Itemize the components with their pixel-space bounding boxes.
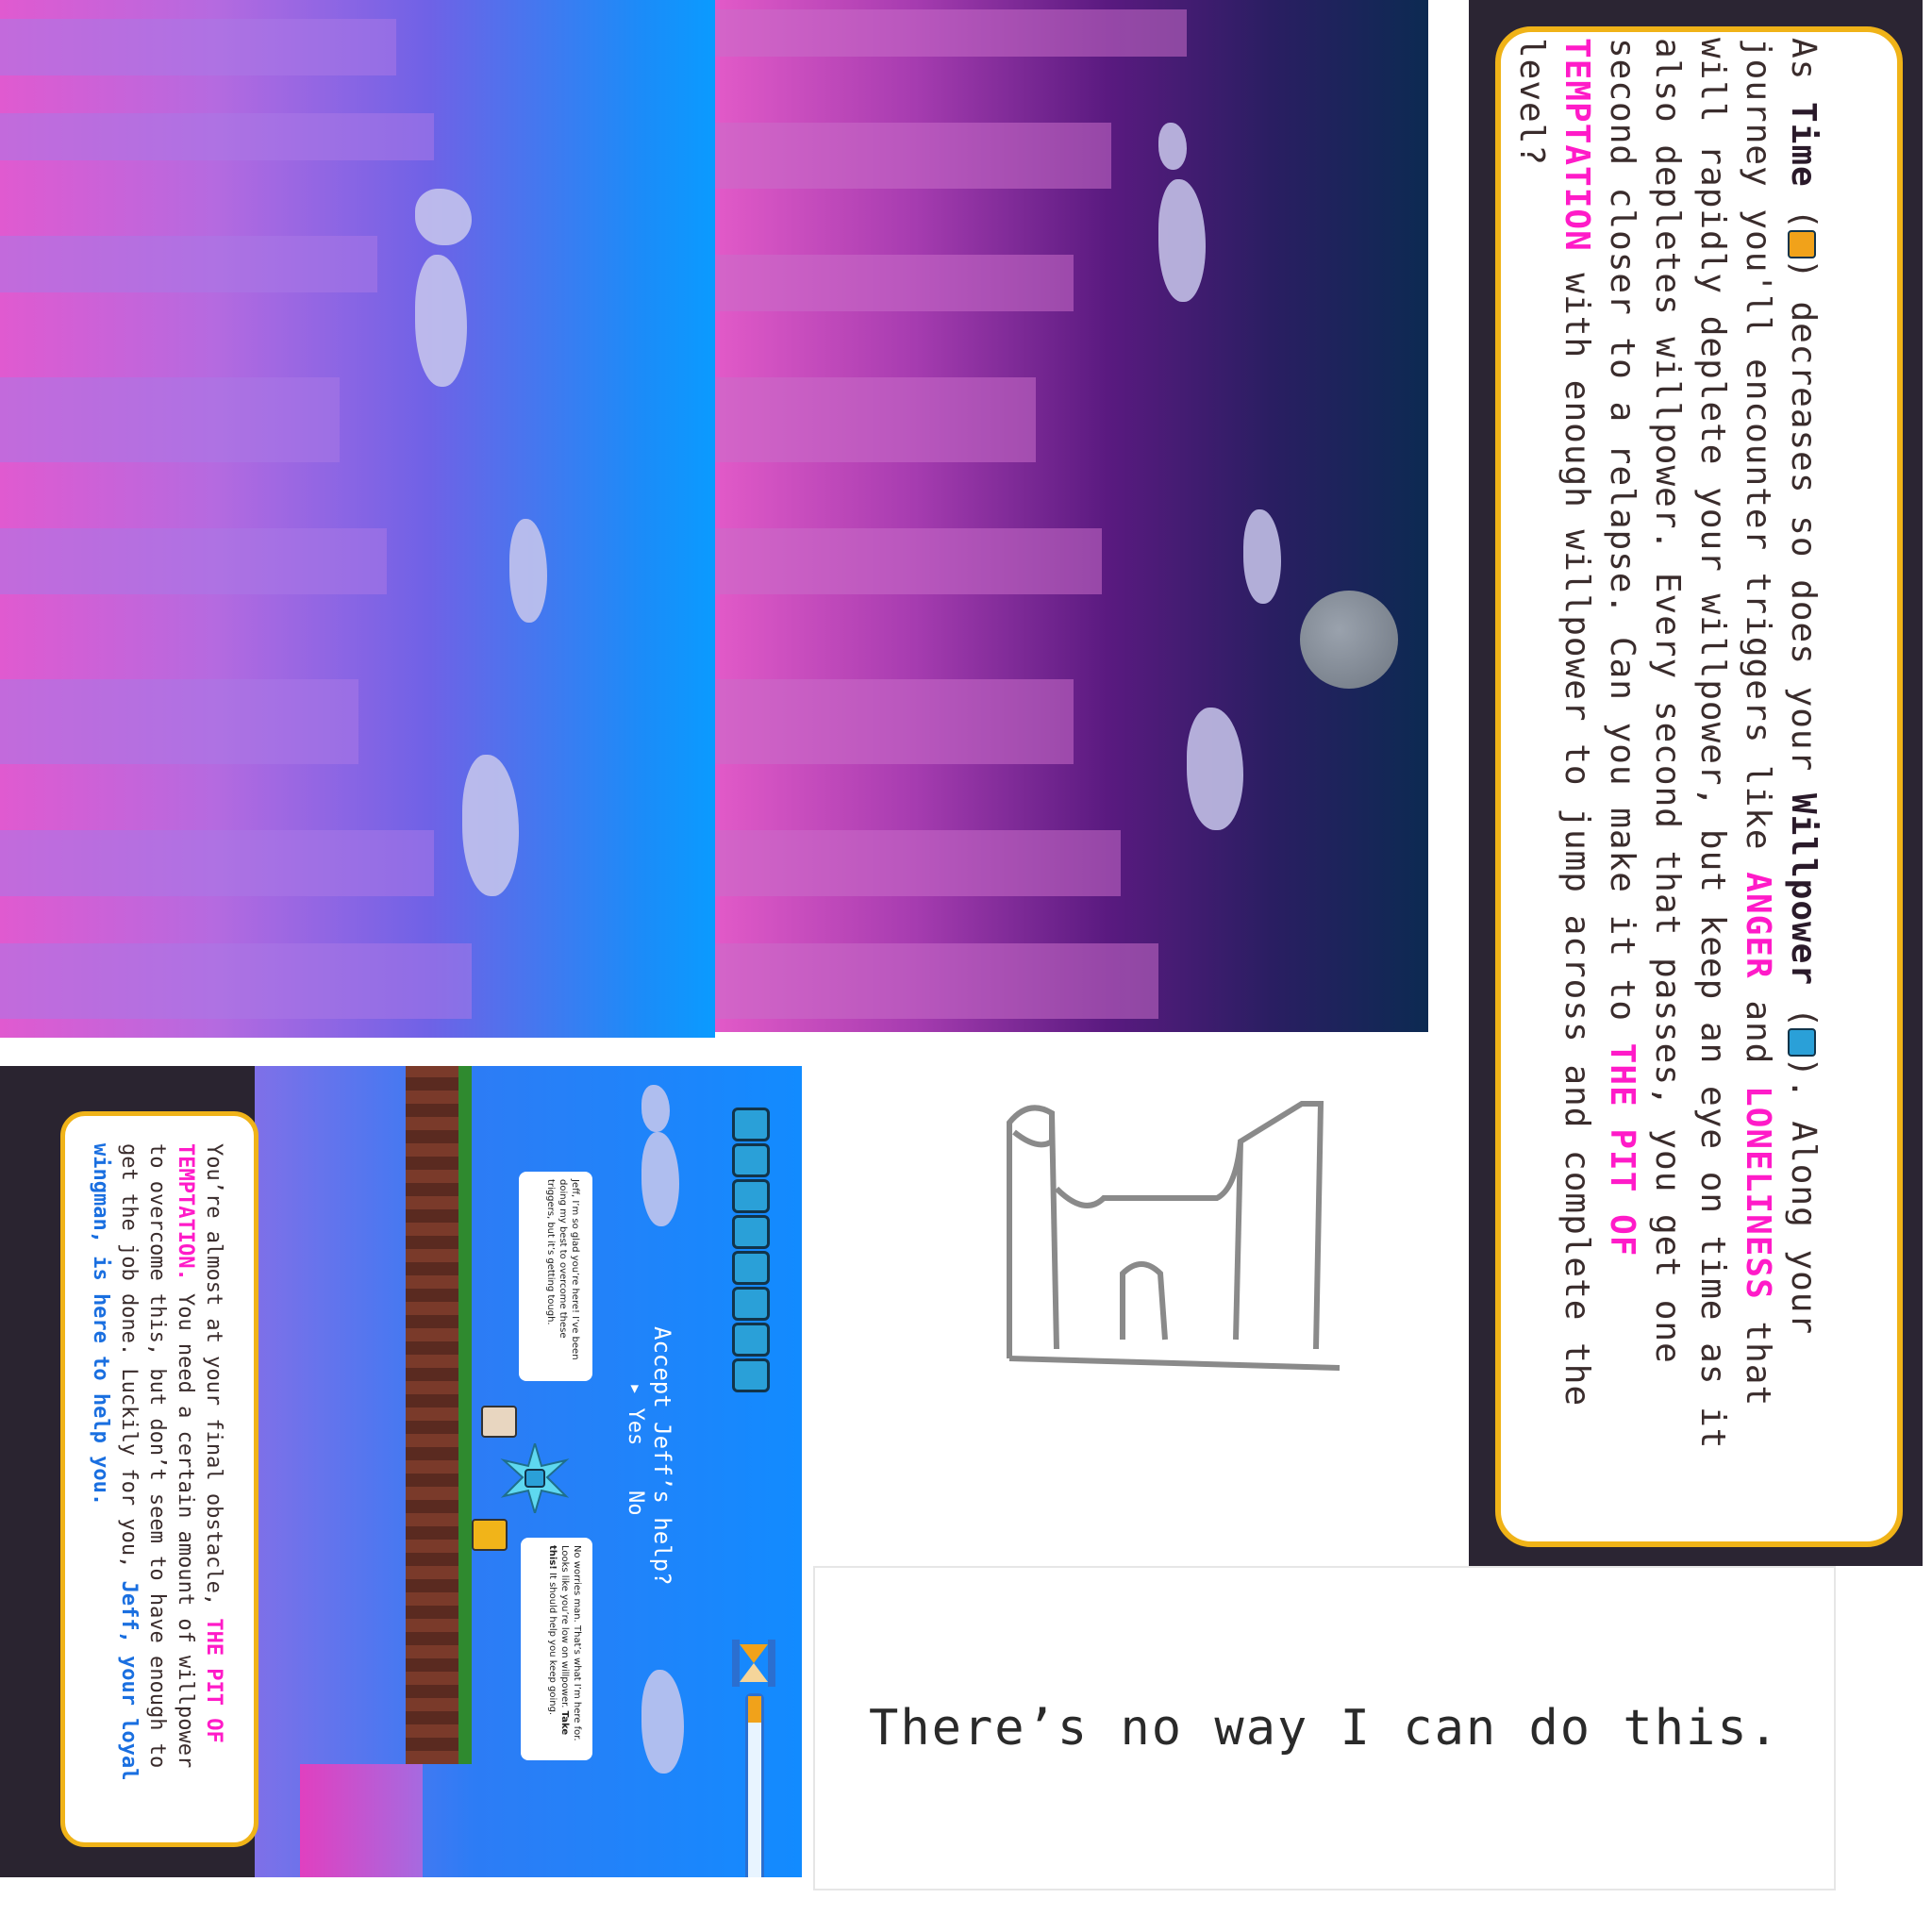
fist-icon [732, 1108, 770, 1141]
skyline-shape [715, 943, 1158, 1019]
game-ground [406, 1066, 462, 1764]
skyline-shape [715, 255, 1074, 311]
sky-background-day [0, 0, 715, 1038]
highlight-text: ANGER [1739, 872, 1777, 979]
fist-icon [732, 1215, 770, 1249]
fist-icon [732, 1358, 770, 1392]
jeff-speech-bubble: No worries man. That’s what I’m here for… [521, 1538, 592, 1760]
selector-arrow: ▸ [624, 1383, 647, 1396]
cloud [509, 519, 547, 623]
pit-of-temptation [300, 1764, 423, 1877]
cloud [1187, 708, 1243, 830]
player-speech-bubble: Jeff, I’m so glad you’re here! I’ve been… [519, 1172, 592, 1381]
skyline-shape [0, 943, 472, 1019]
story-text: You’re almost at your final obstacle, TH… [86, 1143, 227, 1804]
quote-card: There’s no way I can do this. [813, 1566, 1836, 1890]
body-text: As [1784, 38, 1823, 103]
player-speech-text: Jeff, I’m so glad you’re here! I’ve been… [545, 1179, 580, 1360]
sky-background-night [715, 0, 1428, 1032]
skyline-shape [0, 113, 434, 160]
fist-icon [1788, 1028, 1816, 1058]
castle-sketch [1007, 1101, 1341, 1371]
hourglass-icon [1788, 230, 1816, 259]
cloud [1158, 179, 1206, 302]
time-bar [745, 1693, 764, 1877]
player-character [472, 1519, 508, 1551]
option-yes[interactable]: ▸ Yes [624, 1383, 647, 1445]
fist-icon [732, 1323, 770, 1357]
skyline-shape [0, 830, 434, 896]
skyline-shape [715, 679, 1074, 764]
cloud [415, 189, 472, 245]
cloud [1158, 123, 1187, 170]
fist-icon [732, 1251, 770, 1285]
instruction-panel: As Time ( ) decreases so does your Willpo… [1469, 0, 1923, 1566]
skyline-shape [0, 528, 387, 594]
accept-help-question: Accept Jeff’s help? [649, 1326, 675, 1586]
skyline-shape [0, 679, 358, 764]
quote-text: There’s no way I can do this. [869, 1700, 1780, 1757]
cloud [1243, 509, 1281, 604]
body-text: ( [1784, 187, 1823, 231]
fist-icon [732, 1287, 770, 1321]
skyline-shape [715, 528, 1102, 594]
body-text: and [1739, 978, 1777, 1087]
body-text: ) decreases so does your [1784, 258, 1823, 793]
highlight-text: Time [1784, 102, 1823, 188]
game-screenshot: You’re almost at your final obstacle, TH… [0, 1066, 802, 1877]
hourglass-icon [732, 1640, 775, 1687]
skyline-shape [715, 830, 1121, 896]
skyline-shape [715, 377, 1036, 462]
highlight-text: LONELINESS [1739, 1086, 1777, 1300]
game-grass [458, 1066, 472, 1764]
fist-icon [732, 1179, 770, 1213]
skyline-shape [715, 9, 1187, 57]
highlight-text: Willpower [1784, 792, 1823, 987]
skyline-shape [715, 123, 1111, 189]
moon [1300, 591, 1398, 689]
body-text: You’re almost at your final obstacle, [202, 1143, 225, 1619]
skyline-shape [0, 19, 396, 75]
jeff-speech-text: No worries man. That’s what I’m here for… [547, 1545, 582, 1741]
skyline-shape [0, 377, 340, 462]
instruction-text: As Time ( ) decreases so does your Willpo… [1508, 38, 1825, 1472]
cloud [462, 755, 519, 896]
skyline-shape [0, 236, 377, 292]
fist-icon [732, 1143, 770, 1177]
cloud [415, 255, 467, 387]
jeff-character [481, 1406, 517, 1438]
option-no[interactable]: No [624, 1491, 647, 1516]
body-text: ( [1784, 986, 1823, 1029]
time-bar-fill [748, 1696, 761, 1723]
willpower-burst-icon [500, 1443, 570, 1513]
